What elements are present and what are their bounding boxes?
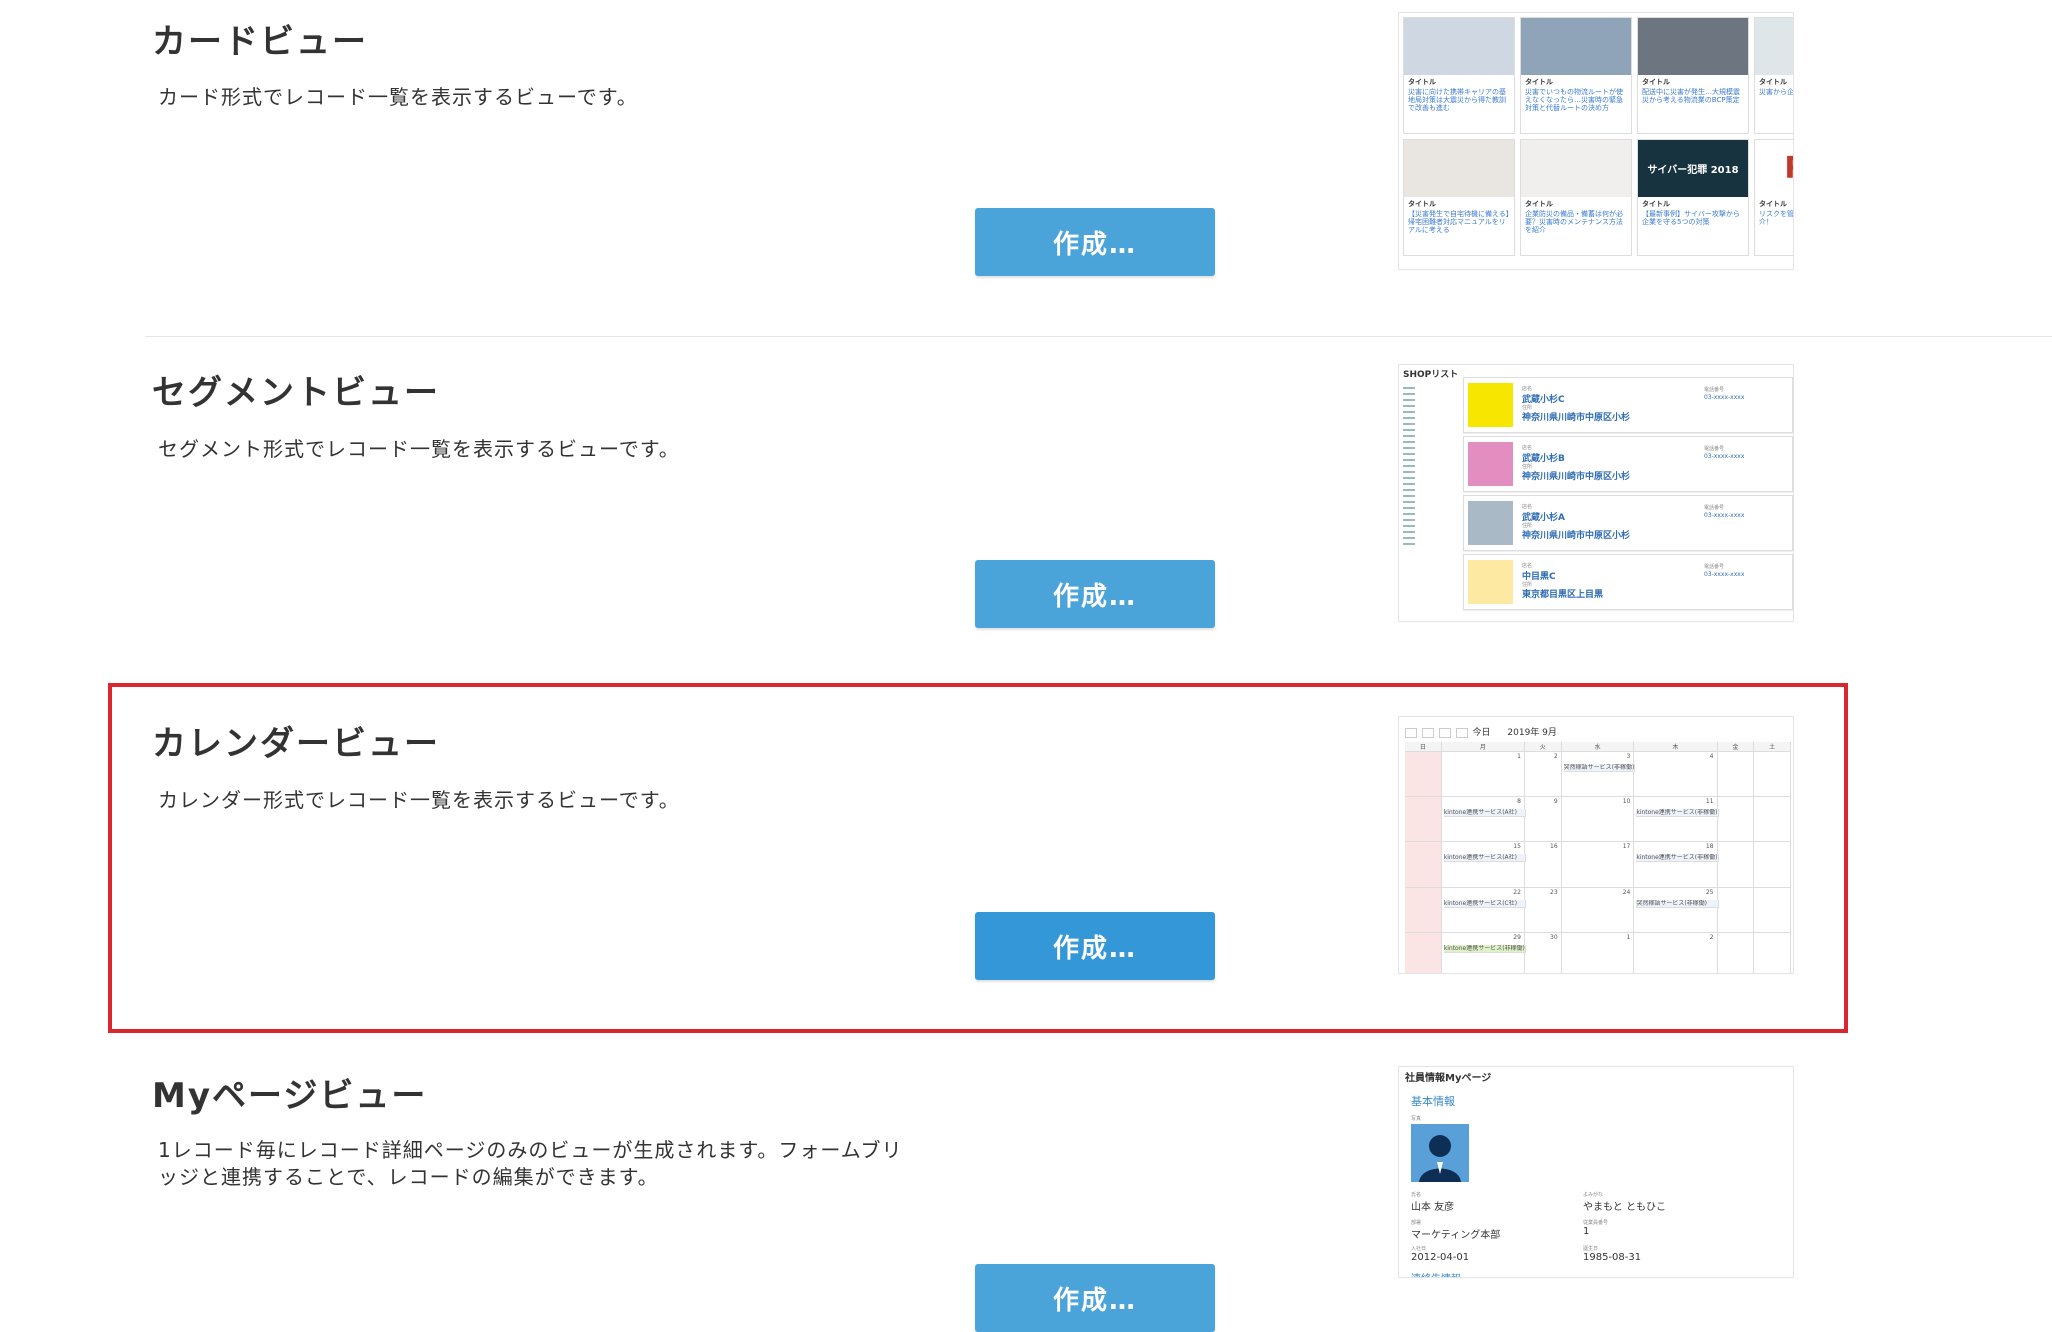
card-title: タイトル: [1525, 78, 1553, 86]
card-title: タイトル: [1408, 78, 1436, 86]
card-view-preview: タイトル 災害に向けた携帯キャリアの基地局対策は大震災から得た教訓で改善も進む タイ…: [1398, 12, 1794, 270]
name-value: 山本 友彦: [1411, 1202, 1455, 1213]
shop-address: 神奈川県川崎市中原区小杉: [1522, 531, 1631, 541]
card-image: [1404, 140, 1514, 197]
section-title: Myページビュー: [152, 1076, 428, 1116]
basic-info-heading: 基本情報: [1411, 1095, 1455, 1108]
card-image: [1521, 18, 1631, 75]
create-card-view-button[interactable]: 作成…: [975, 208, 1215, 276]
shop-image: [1468, 383, 1513, 427]
shop-phone-label: 電話番号: [1704, 564, 1725, 570]
segment-row: 店名 武蔵小杉A 住所 神奈川県川崎市中原区小杉 電話番号 03-xxxx-xxxx: [1463, 495, 1793, 551]
dept-value: マーケティング本部: [1411, 1230, 1501, 1241]
employee-no-value: 1: [1583, 1226, 1590, 1237]
card-text: 災害に向けた携帯キャリアの基地局対策は大震災から得た教訓で改善も進む: [1408, 88, 1506, 112]
shop-address: 神奈川県川崎市中原区小杉: [1522, 472, 1631, 482]
card-title: タイトル: [1642, 200, 1670, 208]
preview-card: タイトル災害に向けた携帯キャリアの基地局対策は大震災から得た教訓で改善も進む: [1403, 17, 1515, 134]
preview-card: タイトル配送中に災害が発生…大規模震災から考える物流業のBCP策定: [1637, 17, 1749, 134]
preview-header: SHOPリスト: [1403, 370, 1459, 380]
preview-card: サイバー犯罪 2018 タイトル【最新事例】サイバー攻撃から企業を守る5つの対策: [1637, 139, 1749, 256]
dept-label: 部署: [1411, 1220, 1422, 1226]
shop-phone-label: 電話番号: [1704, 446, 1725, 452]
shop-phone: 03-xxxx-xxxx: [1704, 571, 1745, 578]
shop-phone-label: 電話番号: [1704, 505, 1725, 511]
section-description: 1レコード毎にレコード詳細ページのみのビューが生成されます。フォームブリッジと連…: [158, 1138, 903, 1189]
birthday-label: 誕生日: [1583, 1246, 1599, 1252]
kana-value: やまもと ともひこ: [1583, 1202, 1666, 1213]
card-image: [1755, 18, 1793, 75]
card-title: タイトル: [1759, 200, 1787, 208]
segment-row: 店名 中目黒C 住所 東京都目黒区上目黒 電話番号 03-xxxx-xxxx: [1463, 554, 1793, 610]
shop-phone: 03-xxxx-xxxx: [1704, 394, 1745, 401]
mypage-view-preview: 社員情報Myページ 基本情報 写真 氏名 山本 友彦 よみがな やまもと ともひ…: [1398, 1066, 1794, 1278]
shop-phone: 03-xxxx-xxxx: [1704, 453, 1745, 460]
card-text: 【災害発生で自宅待機に備える】帰宅困難者対応マニュアルをリアルに考える: [1408, 210, 1510, 234]
card-text: 企業防災の備品・備蓄は何が必要？災害時のメンテナンス方法を紹介: [1525, 210, 1623, 234]
shop-name-label: 店名: [1522, 386, 1533, 392]
card-image: [1638, 18, 1748, 75]
shop-name-label: 店名: [1522, 445, 1533, 451]
create-segment-view-button[interactable]: 作成…: [975, 560, 1215, 628]
card-image: [1404, 18, 1514, 75]
card-text: リスクを管理…ERMの導入を紹介！: [1759, 210, 1794, 226]
segment-row: 店名 武蔵小杉C 住所 神奈川県川崎市中原区小杉 電話番号 03-xxxx-xxxx: [1463, 377, 1793, 433]
card-title: タイトル: [1525, 200, 1553, 208]
card-image: [1521, 140, 1631, 197]
shop-name-label: 店名: [1522, 504, 1533, 510]
highlight-frame: [108, 683, 1848, 1033]
card-title: タイトル: [1642, 78, 1670, 86]
preview-card: タイトル災害から企業ードマップ: [1754, 17, 1794, 134]
contact-heading: 連絡先情報: [1411, 1270, 1461, 1277]
view-section-segment: セグメントビュー セグメント形式でレコード一覧を表示するビューです。 作成… S…: [0, 337, 2052, 688]
section-title: セグメントビュー: [152, 373, 440, 413]
preview-card: Ris タイトルリスクを管理…ERMの導入を紹介！: [1754, 139, 1794, 256]
shop-image: [1468, 560, 1513, 604]
photo-label: 写真: [1411, 1116, 1422, 1122]
card-title: タイトル: [1759, 78, 1787, 86]
section-description: カード形式でレコード一覧を表示するビューです。: [158, 85, 638, 109]
view-section-card: カードビュー カード形式でレコード一覧を表示するビューです。 作成… タイトル災…: [0, 0, 2052, 336]
preview-header: 社員情報Myページ: [1405, 1073, 1492, 1084]
preview-card: タイトル災害でいつもの物流ルートが使えなくなったら…災害時の緊急対策と代替ルート…: [1520, 17, 1632, 134]
view-section-mypage: Myページビュー 1レコード毎にレコード詳細ページのみのビューが生成されます。フ…: [0, 1040, 2052, 1332]
card-text: 配送中に災害が発生…大規模震災から考える物流業のBCP策定: [1642, 88, 1740, 104]
join-date-label: 入社日: [1411, 1246, 1427, 1252]
segment-view-preview: SHOPリスト 店名 武蔵小杉C 住所 神奈川県川崎市中原区小杉 電話番号 03-xxxx…: [1398, 364, 1794, 622]
shop-phone: 03-xxxx-xxxx: [1704, 512, 1745, 519]
shop-address: 神奈川県川崎市中原区小杉: [1522, 413, 1631, 423]
shop-image: [1468, 501, 1513, 545]
card-image: Ris: [1755, 140, 1793, 197]
preview-card: タイトル企業防災の備品・備蓄は何が必要？災害時のメンテナンス方法を紹介: [1520, 139, 1632, 256]
kana-label: よみがな: [1583, 1192, 1604, 1198]
birthday-value: 1985-08-31: [1583, 1252, 1642, 1263]
card-text: 災害でいつもの物流ルートが使えなくなったら…災害時の緊急対策と代替ルートの決め方: [1525, 88, 1623, 112]
shop-name-label: 店名: [1522, 563, 1533, 569]
join-date-value: 2012-04-01: [1411, 1252, 1470, 1263]
card-text: 災害から企業ードマップ: [1759, 88, 1794, 96]
preview-sidebar: [1403, 383, 1458, 621]
preview-card: タイトル【災害発生で自宅待機に備える】帰宅困難者対応マニュアルをリアルに考える: [1403, 139, 1515, 256]
avatar-icon: [1411, 1124, 1469, 1182]
shop-image: [1468, 442, 1513, 486]
name-label: 氏名: [1411, 1192, 1422, 1198]
shop-address: 東京都目黒区上目黒: [1522, 590, 1604, 600]
shop-phone-label: 電話番号: [1704, 387, 1725, 393]
card-text: 【最新事例】サイバー攻撃から企業を守る5つの対策: [1642, 210, 1740, 226]
section-description: セグメント形式でレコード一覧を表示するビューです。: [158, 437, 680, 461]
employee-no-label: 従業員番号: [1583, 1220, 1609, 1226]
card-title: タイトル: [1408, 200, 1436, 208]
create-mypage-view-button[interactable]: 作成…: [975, 1264, 1215, 1332]
section-title: カードビュー: [152, 22, 368, 62]
segment-row: 店名 武蔵小杉B 住所 神奈川県川崎市中原区小杉 電話番号 03-xxxx-xxxx: [1463, 436, 1793, 492]
card-image: サイバー犯罪 2018: [1638, 140, 1748, 197]
